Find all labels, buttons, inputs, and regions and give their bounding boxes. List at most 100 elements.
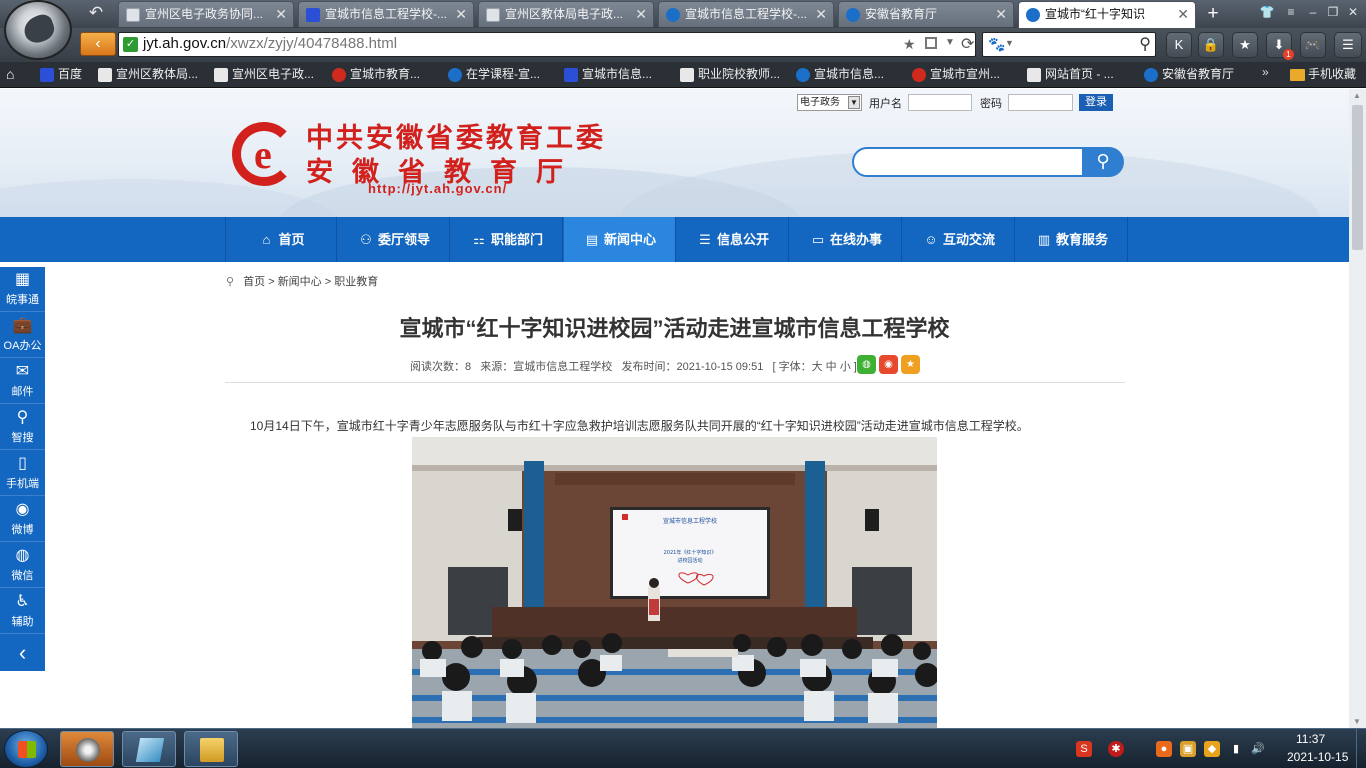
volume-icon[interactable]: 🔊 [1250,741,1266,757]
sidebar-collapse-button[interactable]: ‹ [0,635,45,680]
bookmark-item[interactable]: 安徽省教育厅 [1142,62,1234,88]
menu-icon[interactable]: ≡ [1282,4,1300,20]
nav-online-services[interactable]: ▭ 在线办事 [790,217,902,262]
nav-education-services[interactable]: ▥ 教育服务 [1016,217,1128,262]
bookmark-item[interactable]: 宣城市宣州... [910,62,1000,88]
tray-app-icon[interactable]: ● [1156,741,1172,757]
site-logo[interactable]: e [232,122,296,186]
shield-icon[interactable]: ◆ [1204,741,1220,757]
close-tab-icon[interactable]: ✕ [635,2,647,27]
browser-tab[interactable]: 安徽省教育厅 ✕ [838,1,1014,27]
favorites-button[interactable]: ★ [1232,32,1258,58]
scrollbar-thumb[interactable] [1352,105,1363,250]
close-tab-icon[interactable]: ✕ [455,2,467,27]
sidebar-item-weibo[interactable]: ◉ 微博 [0,497,45,542]
minimize-icon[interactable]: – [1304,4,1322,20]
nav-leaders[interactable]: ⚇ 委厅领导 [338,217,450,262]
article-photo: 宣城市信息工程学校 2021年《红十字知识》 进校园活动 [412,437,937,728]
browser-search-input[interactable]: 🐾 ▼ ⚲ [982,32,1156,57]
chevron-down-icon[interactable]: ▼ [1005,38,1014,48]
sogou-ime-icon[interactable]: S [1076,741,1092,757]
site-search-button[interactable]: ⚲ [1082,147,1124,177]
browser-tab[interactable]: 宣城市信息工程学校-... ✕ [298,1,474,27]
back-arrow-icon[interactable]: ↶ [84,3,108,23]
favorite-star-icon[interactable]: ★ [901,355,920,374]
k-extension-button[interactable]: K [1166,32,1192,58]
start-button[interactable] [4,730,48,768]
bookmark-item[interactable]: 百度 [38,62,82,88]
nav-info-disclosure[interactable]: ☰ 信息公开 [677,217,789,262]
bookmark-item[interactable]: 宣城市信息... [794,62,884,88]
bookmark-item[interactable]: 宣州区教体局... [96,62,198,88]
login-button[interactable]: 登录 [1079,94,1113,111]
download-button[interactable]: ⬇ 1 [1266,32,1294,60]
bookmark-item[interactable]: 宣城市信息... [562,62,652,88]
breadcrumb-news-center[interactable]: 新闻中心 [278,276,322,288]
clock-date[interactable]: 2021-10-15 [1287,750,1348,764]
bookmark-star-icon[interactable]: ★ [903,36,916,53]
back-button[interactable]: ‹ [80,32,116,56]
bookmark-item[interactable]: 宣州区电子政... [212,62,314,88]
close-tab-icon[interactable]: ✕ [1177,2,1189,27]
sidebar-item-wechat[interactable]: ◍ 微信 [0,543,45,588]
browser-tab[interactable]: 宣州区教体局电子政... ✕ [478,1,654,27]
sidebar-item-smart-search[interactable]: ⚲ 智搜 [0,405,45,450]
nav-departments[interactable]: ⚏ 职能部门 [451,217,563,262]
scroll-up-icon[interactable]: ▲ [1353,91,1361,100]
search-icon[interactable]: ⚲ [1139,34,1151,54]
show-desktop-button[interactable] [1356,729,1366,768]
page-scrollbar[interactable]: ▲ ▼ [1349,89,1366,728]
browser-tab[interactable]: 宣城市信息工程学校-... ✕ [658,1,834,27]
clock-time[interactable]: 11:37 [1296,732,1325,746]
wechat-share-icon[interactable]: ◍ [857,355,876,374]
sidebar-item-accessibility[interactable]: ♿ 辅助 [0,589,45,634]
refresh-icon[interactable]: ⟳ [961,34,974,54]
bookmark-item[interactable]: 宣城市教育... [330,62,420,88]
nav-interaction[interactable]: ☺ 互动交流 [903,217,1015,262]
lock-button[interactable]: 🔒 [1198,32,1224,58]
more-bookmarks-icon[interactable]: » [1262,65,1269,79]
taskbar-browser[interactable] [60,731,114,767]
chevron-down-icon[interactable]: ▼ [945,37,955,48]
taskbar-notepad[interactable] [122,731,176,767]
bookmark-item[interactable]: 职业院校教师... [678,62,780,88]
qr-code-icon[interactable] [925,37,937,49]
mobile-favorites-folder[interactable]: 手机收藏 [1288,62,1356,88]
sidebar-item-mobile[interactable]: ▯ 手机端 [0,451,45,496]
taskbar-explorer[interactable] [184,731,238,767]
close-tab-icon[interactable]: ✕ [275,2,287,27]
font-size-switcher[interactable]: [ 字体：大 中 小 ] [773,361,857,373]
antivirus-icon[interactable]: ✱ [1108,741,1124,757]
close-tab-icon[interactable]: ✕ [995,2,1007,27]
breadcrumb-vocational-education[interactable]: 职业教育 [334,276,378,288]
weibo-share-icon[interactable]: ◉ [879,355,898,374]
bookmark-item[interactable]: 在学课程-宣... [446,62,540,88]
restore-icon[interactable]: ❐ [1324,4,1342,20]
baidu-paw-icon[interactable]: 🐾 [988,36,1005,53]
game-button[interactable]: 🎮 [1300,32,1326,58]
sidebar-item-wanshitong[interactable]: ▦ 皖事通 [0,267,45,312]
breadcrumb-home[interactable]: 首页 [243,276,265,288]
username-input[interactable] [908,94,972,111]
tray-flag-icon[interactable]: ▣ [1180,741,1196,757]
address-bar[interactable]: ✓ jyt.ah.gov.cn/xwzx/zyjy/40478488.html … [118,32,976,57]
browser-tab-active[interactable]: 宣城市“红十字知识 ✕ [1018,1,1196,28]
close-window-icon[interactable]: ✕ [1344,4,1362,20]
site-search-input[interactable] [852,147,1084,177]
network-icon[interactable]: ▮ [1228,741,1244,757]
nav-home[interactable]: ⌂ 首页 [225,217,337,262]
home-icon[interactable]: ⌂ [6,66,14,82]
browser-logo[interactable] [4,0,72,60]
login-system-select[interactable]: 电子政务 ▼ [797,94,862,111]
nav-news-center[interactable]: ▤ 新闻中心 [564,217,676,262]
scroll-down-icon[interactable]: ▼ [1353,717,1361,726]
url-text[interactable]: jyt.ah.gov.cn/xwzx/zyjy/40478488.html [143,35,397,52]
new-tab-button[interactable]: + [1200,2,1226,26]
browser-tab[interactable]: 宣州区电子政务协同... ✕ [118,1,294,27]
close-tab-icon[interactable]: ✕ [815,2,827,27]
password-input[interactable] [1008,94,1073,111]
sidebar-item-mail[interactable]: ✉ 邮件 [0,359,45,404]
shirt-icon[interactable]: 👕 [1258,4,1276,20]
menu-button[interactable]: ☰ [1334,32,1362,58]
bookmark-item[interactable]: 网站首页 - ... [1025,62,1114,88]
